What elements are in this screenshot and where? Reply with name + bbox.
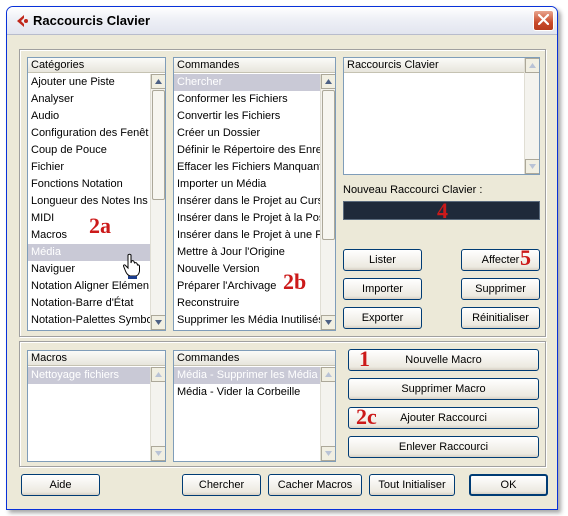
scroll-thumb[interactable]: [152, 90, 165, 200]
list-item[interactable]: Fonctions Notation: [28, 176, 150, 193]
help-button[interactable]: Aide: [21, 474, 100, 496]
delete-macro-button[interactable]: Supprimer Macro: [348, 378, 539, 400]
scroll-down-button[interactable]: [321, 446, 335, 461]
arrow-down-icon: [529, 164, 536, 169]
new-shortcut-value: [344, 204, 347, 216]
list-item-selected[interactable]: Chercher: [174, 74, 320, 91]
macro-commands-pane: Commandes Média - Supprimer les Média In…: [173, 350, 336, 462]
annotation-2b: 2b: [283, 269, 307, 294]
list-item[interactable]: Notation-Palettes Symbo: [28, 312, 150, 329]
list-item-selected[interactable]: Nettoyage fichiers: [28, 367, 150, 384]
shortcuts-scrollbar[interactable]: [524, 58, 539, 174]
macro-commands-header: Commandes: [174, 351, 335, 366]
list-item[interactable]: Mettre à Jour l'Origine: [174, 244, 320, 261]
arrow-up-icon: [155, 79, 162, 84]
categories-header: Catégories: [28, 58, 165, 73]
title-bar[interactable]: Raccourcis Clavier: [7, 7, 557, 35]
categories-list: Ajouter une Piste Analyser Audio Configu…: [28, 74, 150, 329]
annotation-1: 1: [359, 346, 370, 371]
reinitialiser-button[interactable]: Réinitialiser: [461, 307, 540, 329]
list-item[interactable]: Coup de Pouce: [28, 142, 150, 159]
shortcuts-pane: Raccourcis Clavier: [343, 57, 540, 175]
commands-pane: Commandes Chercher Conformer les Fichier…: [173, 57, 336, 331]
search-button[interactable]: Chercher: [182, 474, 261, 496]
dialog-window: Raccourcis Clavier Catégories Ajouter un…: [6, 6, 558, 510]
importer-button[interactable]: Importer: [343, 278, 422, 300]
remove-shortcut-button[interactable]: Enlever Raccourci: [348, 436, 539, 458]
list-item[interactable]: Média - Vider la Corbeille: [174, 384, 320, 401]
new-shortcut-label: Nouveau Raccourci Clavier :: [343, 184, 483, 196]
list-item[interactable]: Créer un Dossier: [174, 125, 320, 142]
scroll-down-button[interactable]: [525, 159, 539, 174]
macro-commands-scrollbar[interactable]: [320, 367, 335, 461]
list-item[interactable]: Audio: [28, 108, 150, 125]
scroll-up-button[interactable]: [321, 74, 335, 89]
arrow-up-icon: [325, 79, 332, 84]
ok-button[interactable]: OK: [469, 474, 548, 496]
commands-header: Commandes: [174, 58, 335, 73]
new-macro-button[interactable]: Nouvelle Macro: [348, 349, 539, 371]
scroll-up-button[interactable]: [525, 58, 539, 73]
close-button[interactable]: [533, 10, 554, 31]
hand-cursor-icon: [122, 253, 142, 279]
categories-scrollbar[interactable]: [150, 74, 165, 330]
list-item[interactable]: Convertir les Fichiers: [174, 108, 320, 125]
list-item[interactable]: Ajouter une Piste: [28, 74, 150, 91]
list-item[interactable]: Analyser: [28, 91, 150, 108]
arrow-up-icon: [325, 372, 332, 377]
list-item-selected[interactable]: Média - Supprimer les Média Ina: [174, 367, 320, 384]
commands-scrollbar[interactable]: [320, 74, 335, 330]
cubase-logo-icon: [14, 13, 30, 29]
list-item[interactable]: Longueur des Notes Ins: [28, 193, 150, 210]
exporter-button[interactable]: Exporter: [343, 307, 422, 329]
annotation-4: 4: [437, 198, 448, 223]
list-item[interactable]: Importer un Média: [174, 176, 320, 193]
list-item[interactable]: Notation-Barre d'État: [28, 295, 150, 312]
arrow-down-icon: [155, 320, 162, 325]
window-title: Raccourcis Clavier: [33, 13, 151, 28]
macros-pane: Macros Nettoyage fichiers: [27, 350, 166, 462]
macro-commands-list: Média - Supprimer les Média Ina Média - …: [174, 367, 320, 401]
list-item[interactable]: Définir le Répertoire des Enreg: [174, 142, 320, 159]
supprimer-button[interactable]: Supprimer: [461, 278, 540, 300]
macros-header: Macros: [28, 351, 165, 366]
list-item[interactable]: Fichier: [28, 159, 150, 176]
list-item[interactable]: Reconstruire: [174, 295, 320, 312]
macros-list: Nettoyage fichiers: [28, 367, 150, 384]
scroll-down-button[interactable]: [151, 446, 165, 461]
arrow-down-icon: [325, 451, 332, 456]
arrow-up-icon: [529, 63, 536, 68]
list-item[interactable]: Supprimer les Média Inutilisés: [174, 312, 320, 329]
scroll-down-button[interactable]: [151, 315, 165, 330]
list-item[interactable]: Conformer les Fichiers: [174, 91, 320, 108]
arrow-up-icon: [155, 372, 162, 377]
categories-pane: Catégories Ajouter une Piste Analyser Au…: [27, 57, 166, 331]
hide-macros-button[interactable]: Cacher Macros: [268, 474, 362, 496]
scroll-up-button[interactable]: [151, 367, 165, 382]
macros-scrollbar[interactable]: [150, 367, 165, 461]
list-item[interactable]: Notation Aligner Elémen: [28, 278, 150, 295]
annotation-5: 5: [520, 245, 531, 270]
list-item[interactable]: Insérer dans le Projet au Curse: [174, 193, 320, 210]
scroll-down-button[interactable]: [321, 315, 335, 330]
arrow-down-icon: [155, 451, 162, 456]
arrow-down-icon: [325, 320, 332, 325]
reset-all-button[interactable]: Tout Initialiser: [369, 474, 455, 496]
annotation-2c: 2c: [356, 404, 377, 429]
list-item[interactable]: Insérer dans le Projet à la Posi: [174, 210, 320, 227]
lister-button[interactable]: Lister: [343, 249, 422, 271]
shortcuts-header: Raccourcis Clavier: [344, 58, 524, 73]
list-item[interactable]: Effacer les Fichiers Manquants: [174, 159, 320, 176]
list-item[interactable]: Configuration des Fenêt: [28, 125, 150, 142]
annotation-2a: 2a: [89, 213, 111, 238]
scroll-up-button[interactable]: [321, 367, 335, 382]
scroll-thumb[interactable]: [322, 90, 335, 240]
scroll-up-button[interactable]: [151, 74, 165, 89]
close-icon: [537, 13, 550, 28]
list-item[interactable]: Insérer dans le Projet à une Po: [174, 227, 320, 244]
